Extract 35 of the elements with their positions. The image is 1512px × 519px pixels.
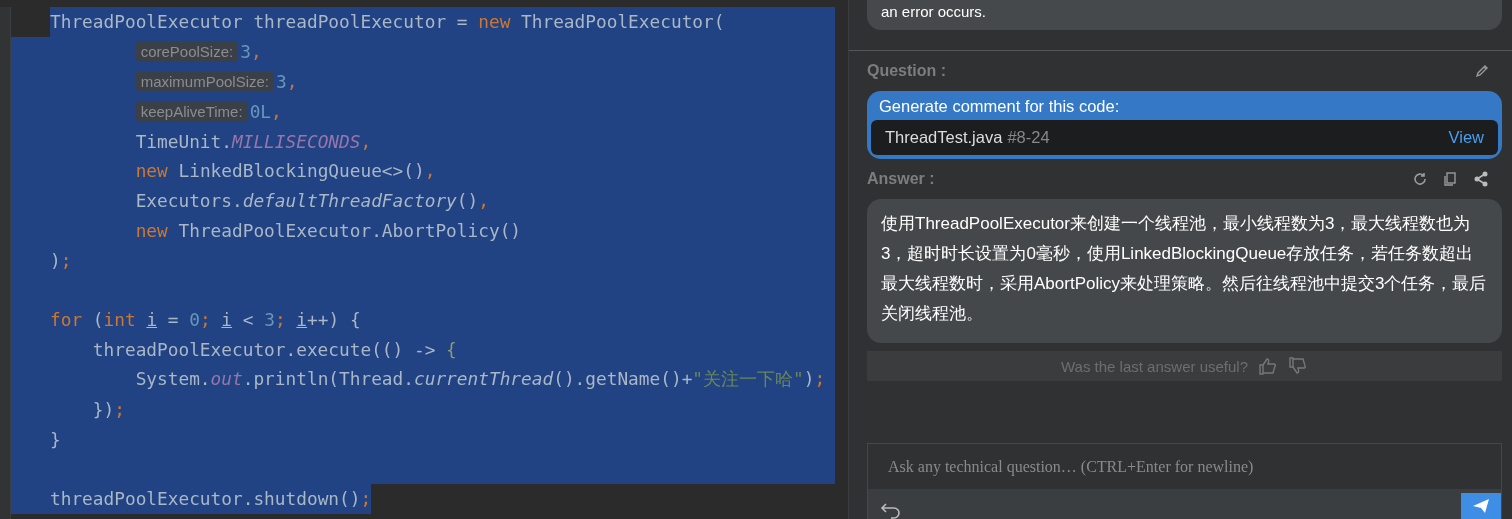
code-text: TimeUnit.MILLISECONDS,	[135, 130, 372, 152]
parameter-hint: keepAliveTime:	[135, 100, 248, 122]
code-text: );	[50, 249, 72, 271]
parameter-hint: corePoolSize:	[135, 41, 239, 63]
question-label: Question :	[867, 62, 947, 80]
parameter-hint: maximumPoolSize:	[135, 71, 274, 92]
code-text: for (int i = 0; i < 3; i++) {	[50, 309, 361, 331]
line-range: #8-24	[1007, 128, 1050, 147]
pencil-icon[interactable]	[1474, 63, 1490, 79]
share-icon[interactable]	[1472, 170, 1490, 188]
undo-icon[interactable]	[880, 501, 902, 519]
code-text: 0L,	[249, 100, 282, 122]
view-link[interactable]: View	[1448, 128, 1484, 147]
code-text: new LinkedBlockingQueue<>(),	[135, 160, 436, 182]
question-text: Generate comment for this code:	[878, 97, 1121, 116]
code-text: Executors.defaultThreadFactory(),	[135, 190, 489, 212]
answer-text: an error occurs.	[881, 3, 987, 20]
code-text: 3,	[240, 41, 262, 63]
code-text: 3,	[276, 71, 298, 92]
code-text: });	[92, 398, 125, 420]
answer-text: 使用ThreadPoolExecutor来创建一个线程池，最小线程数为3，最大线程数也为3，超时时长设置为0毫秒，使用LinkedBlockingQueue存放任务，若任务数超出最大线程数时，采用AbortPolicy来处理策略。然后往线程池中提交3个任务，最后关闭线程池。	[881, 213, 1488, 325]
answer-label: Answer :	[867, 170, 935, 188]
refresh-icon[interactable]	[1412, 171, 1428, 187]
thumbs-up-icon[interactable]	[1258, 357, 1278, 375]
code-text: new ThreadPoolExecutor.AbortPolicy()	[135, 219, 522, 241]
thumbs-down-icon[interactable]	[1288, 357, 1308, 375]
send-button[interactable]	[1461, 493, 1501, 519]
copy-icon[interactable]	[1442, 171, 1458, 187]
code-text: threadPoolExecutor.execute(() -> {	[92, 339, 457, 361]
code-text: threadPoolExecutor.shutdown();	[50, 488, 372, 510]
file-name: ThreadTest.java	[885, 128, 1003, 147]
code-text: ThreadPoolExecutor threadPoolExecutor = new ThreadPoolExecutor(	[50, 11, 725, 33]
code-text: }	[50, 428, 61, 450]
question-input[interactable]: Ask any technical question… (CTRL+Enter for newline)	[867, 443, 1502, 489]
send-icon	[1472, 498, 1490, 514]
